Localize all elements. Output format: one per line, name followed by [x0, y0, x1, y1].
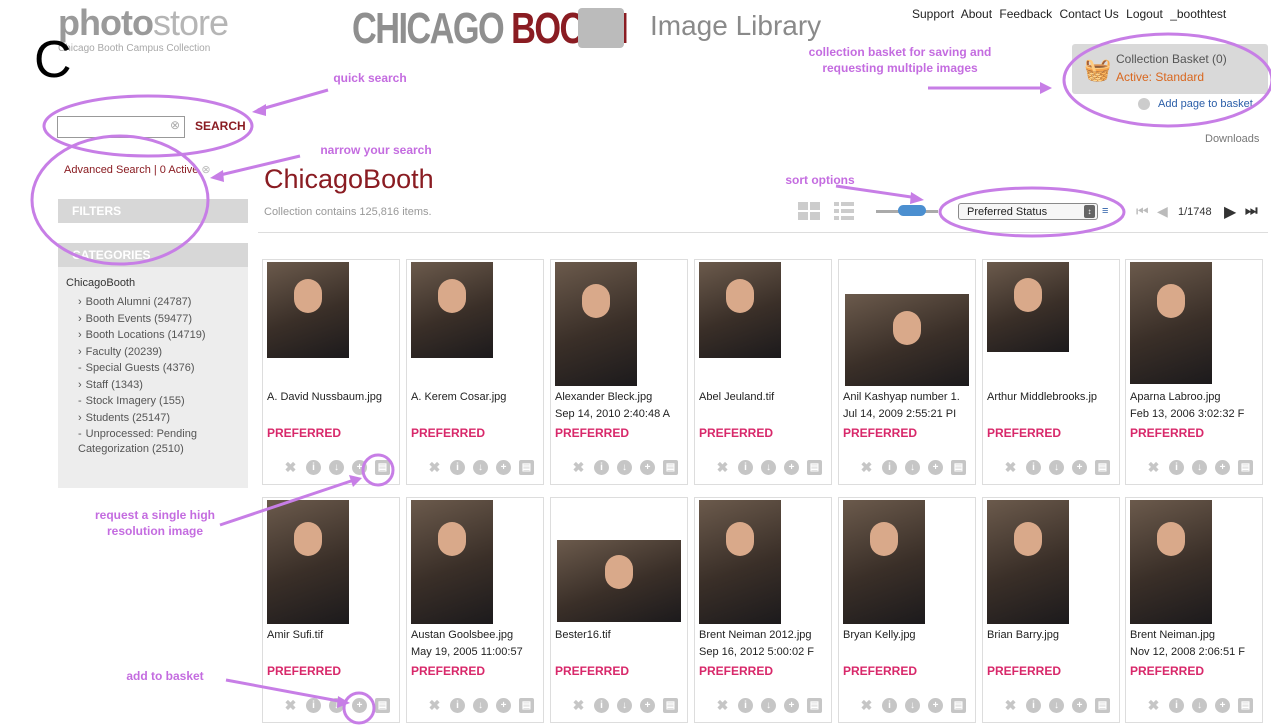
annotation-overlay [30, 32, 1271, 725]
